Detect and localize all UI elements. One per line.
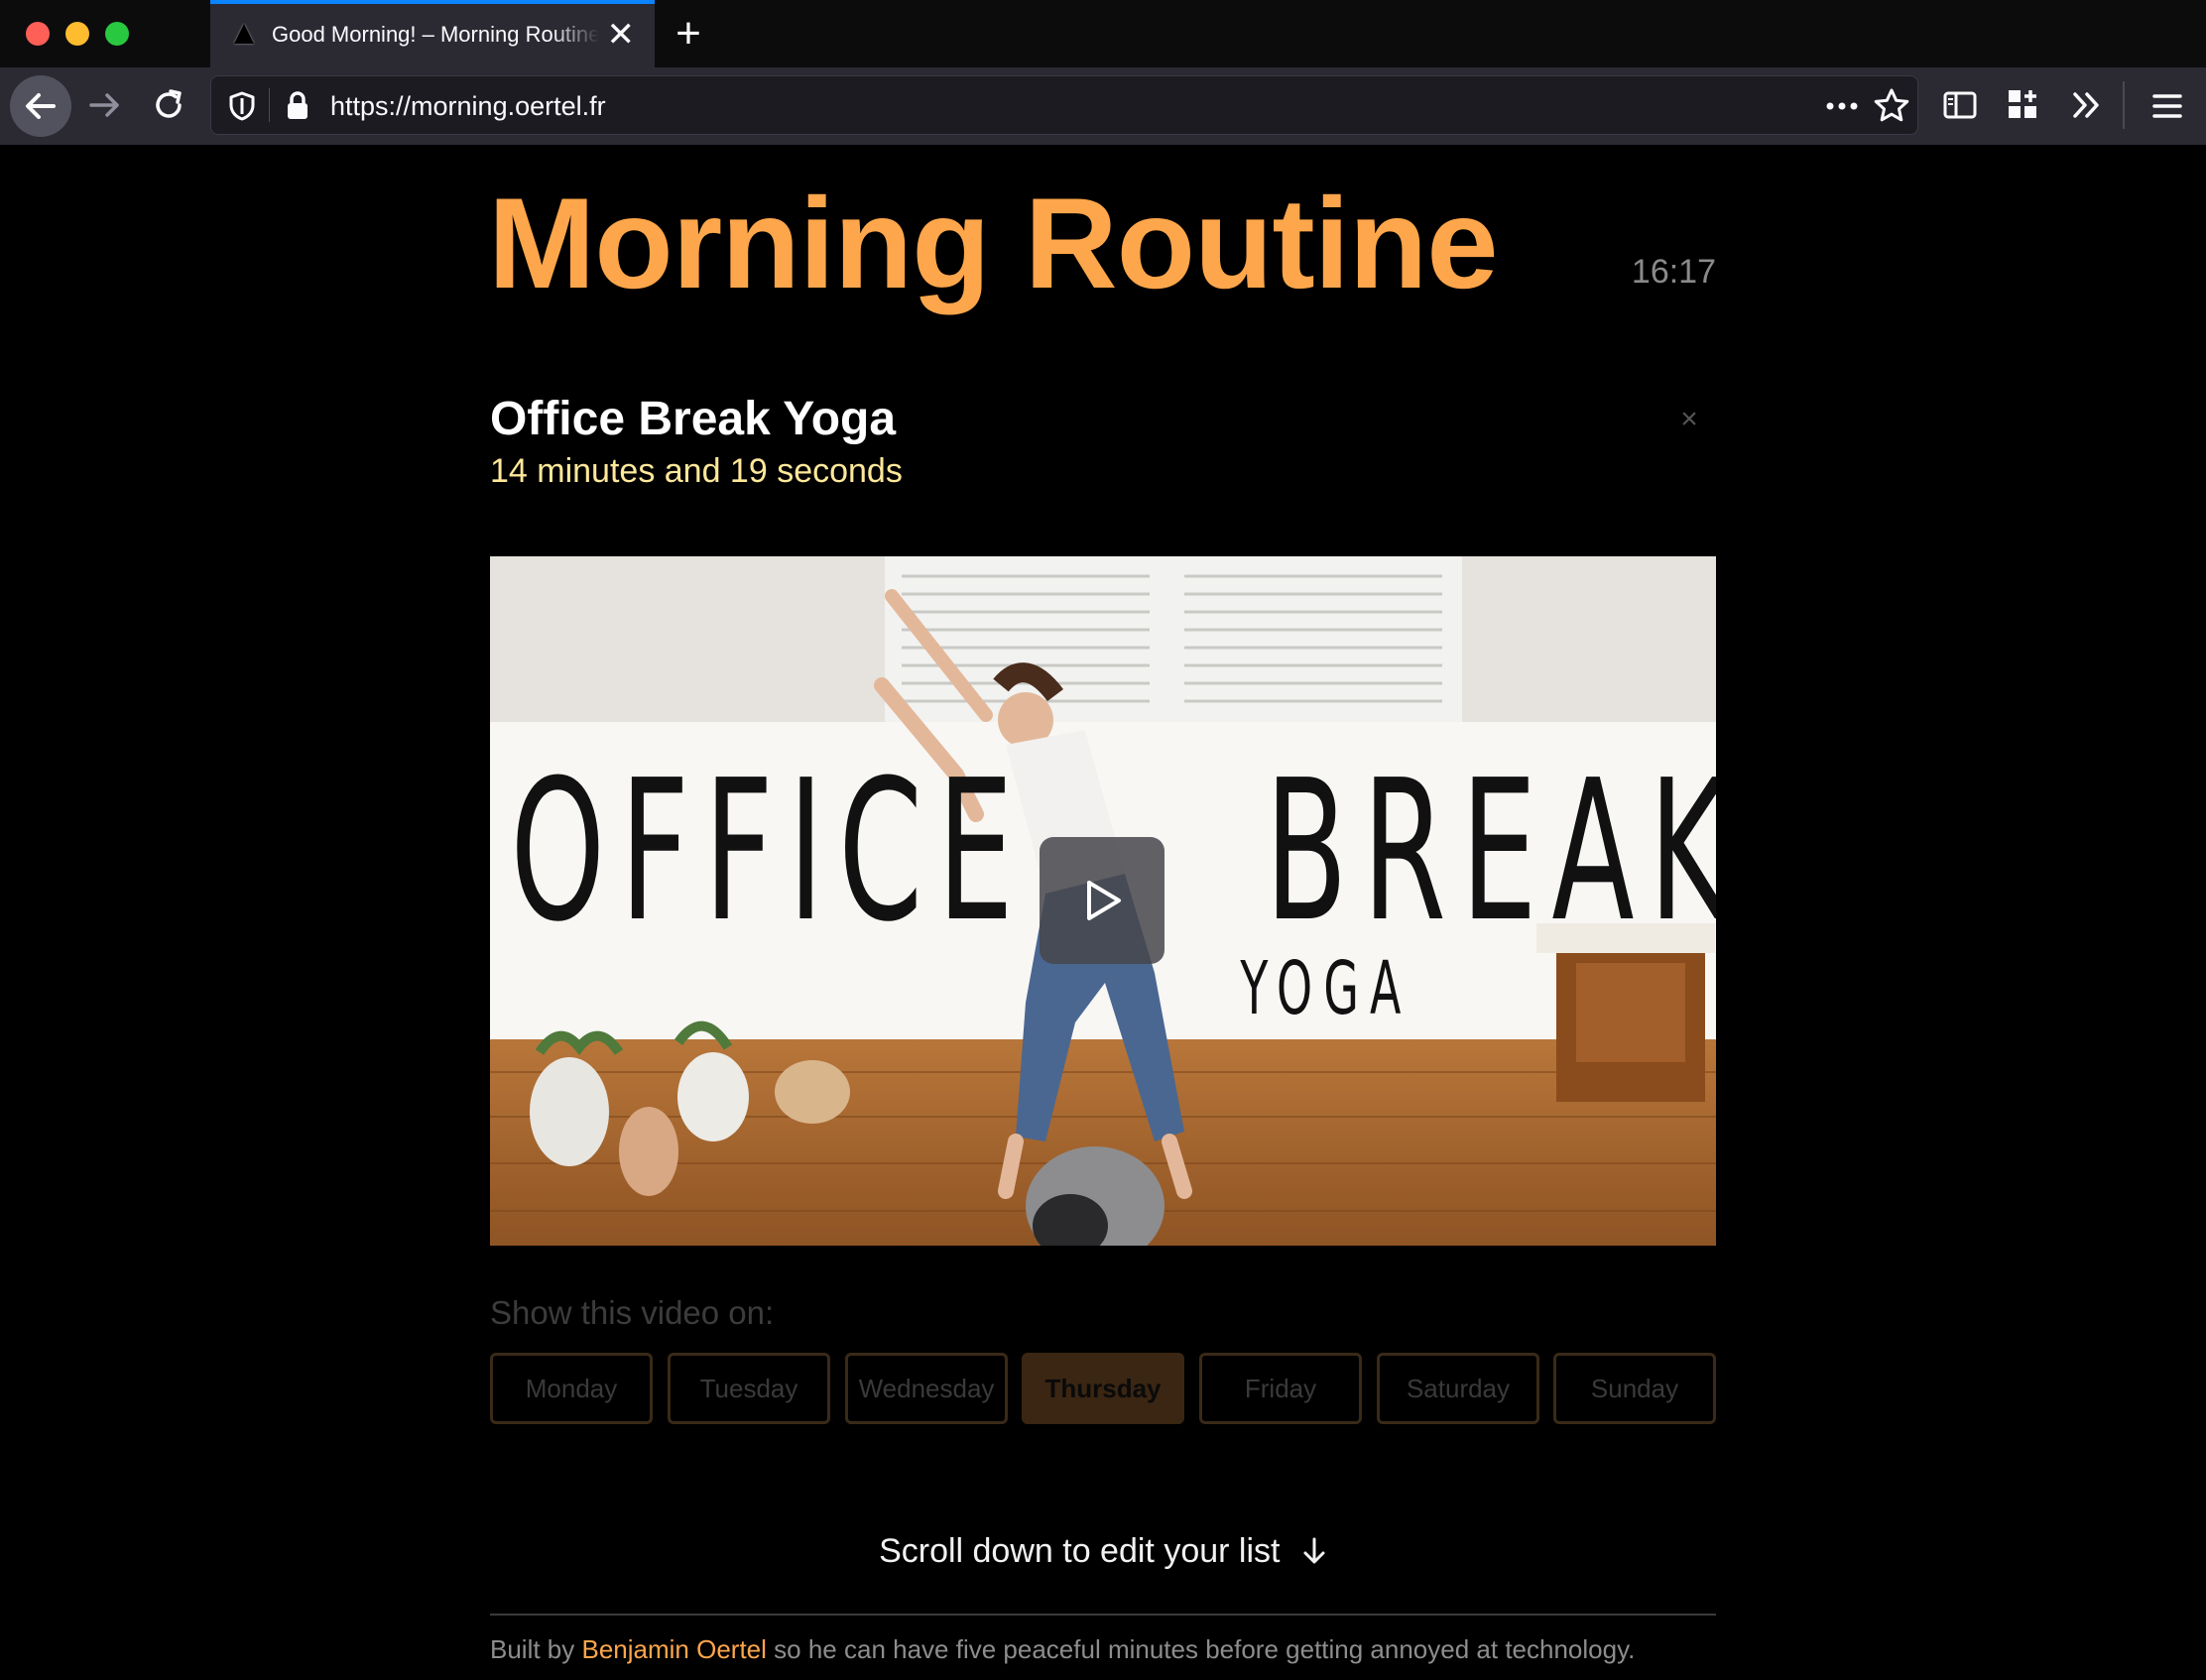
- shield-icon[interactable]: [227, 90, 257, 122]
- new-tab-button[interactable]: +: [671, 8, 706, 60]
- sidebar-icon[interactable]: [1942, 87, 1978, 123]
- day-button-monday[interactable]: Monday: [490, 1353, 653, 1424]
- video-title: Office Break Yoga: [490, 393, 897, 445]
- back-button[interactable]: [10, 75, 71, 137]
- overflow-chevrons-icon[interactable]: [2069, 87, 2105, 123]
- hamburger-menu-icon[interactable]: [2150, 89, 2184, 123]
- bookmark-star-icon[interactable]: [1872, 86, 1911, 126]
- video-duration: 14 minutes and 19 seconds: [490, 452, 903, 490]
- tab-title: Good Morning! – Morning Routine: [272, 22, 599, 47]
- favicon-icon: [234, 24, 254, 44]
- close-window-button[interactable]: [26, 22, 50, 46]
- arrow-down-icon: [1303, 1537, 1325, 1564]
- arrow-left-icon: [26, 93, 56, 119]
- footer-divider: [490, 1614, 1716, 1616]
- scroll-hint-text: Scroll down to edit your list: [879, 1532, 1281, 1570]
- url-separator: [269, 88, 270, 122]
- extensions-grid-icon[interactable]: [2006, 87, 2041, 123]
- footer-prefix: Built by: [490, 1634, 575, 1664]
- video-thumbnail[interactable]: OFFICE BREAK YOGA: [490, 556, 1716, 1246]
- play-button[interactable]: [1040, 837, 1164, 964]
- browser-titlebar: Good Morning! – Morning Routine ✕ +: [0, 0, 2206, 68]
- day-button-friday[interactable]: Friday: [1199, 1353, 1362, 1424]
- day-button-wednesday[interactable]: Wednesday: [845, 1353, 1008, 1424]
- day-button-sunday[interactable]: Sunday: [1553, 1353, 1716, 1424]
- lock-icon[interactable]: [285, 90, 310, 122]
- browser-toolbar: https://morning.oertel.fr: [0, 67, 2206, 145]
- author-link[interactable]: Benjamin Oertel: [582, 1634, 767, 1664]
- day-button-tuesday[interactable]: Tuesday: [668, 1353, 830, 1424]
- thumbnail-word-office: OFFICE: [510, 740, 1028, 965]
- day-button-saturday[interactable]: Saturday: [1377, 1353, 1539, 1424]
- clock: 16:17: [1631, 253, 1716, 291]
- remove-video-button[interactable]: ×: [1674, 403, 1704, 436]
- thumbnail-word-break: BREAK: [1265, 740, 1716, 965]
- footer: Built by Benjamin Oertel so he can have …: [490, 1634, 1635, 1665]
- reload-button[interactable]: [149, 85, 188, 125]
- browser-tab[interactable]: Good Morning! – Morning Routine ✕: [210, 0, 655, 67]
- toolbar-separator: [2123, 81, 2125, 129]
- more-actions-icon[interactable]: [1822, 92, 1862, 120]
- address-bar[interactable]: https://morning.oertel.fr: [210, 75, 1918, 135]
- maximize-window-button[interactable]: [105, 22, 129, 46]
- play-icon: [1087, 881, 1121, 920]
- show-video-on-label: Show this video on:: [490, 1294, 775, 1331]
- page-title: Morning Routine: [488, 171, 1499, 315]
- footer-suffix: so he can have five peaceful minutes bef…: [774, 1634, 1636, 1664]
- day-button-thursday[interactable]: Thursday: [1022, 1353, 1184, 1424]
- url-text[interactable]: https://morning.oertel.fr: [330, 91, 606, 122]
- scroll-down-link[interactable]: Scroll down to edit your list: [0, 1532, 2206, 1571]
- minimize-window-button[interactable]: [65, 22, 89, 46]
- forward-button[interactable]: [85, 85, 125, 125]
- tab-close-button[interactable]: ✕: [607, 18, 636, 52]
- thumbnail-word-yoga: YOGA: [1240, 945, 1412, 1031]
